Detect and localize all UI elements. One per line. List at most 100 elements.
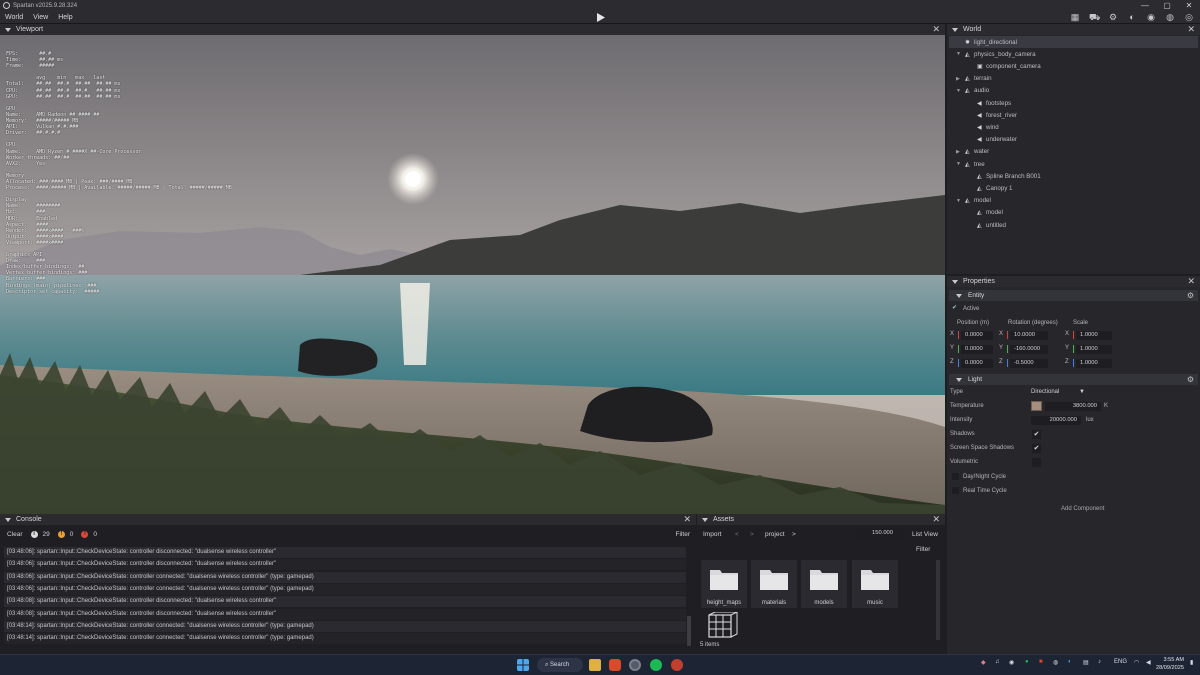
collapse-icon[interactable] <box>702 517 708 522</box>
tray-icon[interactable]: ◆ <box>981 659 986 666</box>
assets-filter[interactable]: Filter <box>916 546 930 553</box>
collapse-icon[interactable] <box>5 517 11 522</box>
warning-filter[interactable]: ! 0 <box>57 530 73 538</box>
import-button[interactable]: Import <box>703 531 721 538</box>
chevron-down-icon[interactable]: ▼ <box>956 88 965 94</box>
tray-icon[interactable]: ♫ <box>995 659 1000 665</box>
log-line[interactable]: [03:48:14]: spartan::Input::CheckDeviceS… <box>4 620 686 632</box>
app-icon[interactable] <box>671 659 683 671</box>
list-view-button[interactable]: List View <box>912 531 938 538</box>
log-line[interactable]: [03:48:06]: spartan::Input::CheckDeviceS… <box>4 583 686 595</box>
log-line[interactable]: [03:48:14]: spartan::Input::CheckDeviceS… <box>4 633 686 645</box>
circle-icon[interactable]: ◐ <box>1127 12 1137 22</box>
tree-item[interactable]: ▶ ◭ water <box>949 146 1198 158</box>
chevron-right-icon[interactable]: ▶ <box>956 76 965 82</box>
position-x-field[interactable]: 0.0000 <box>961 331 993 340</box>
file-asset[interactable] <box>705 611 739 638</box>
play-icon[interactable] <box>597 13 605 22</box>
clear-button[interactable]: Clear <box>7 531 23 538</box>
active-check-icon[interactable]: ✔ <box>952 304 957 311</box>
close-icon[interactable]: ✕ <box>1187 24 1195 35</box>
day-night-checkbox[interactable] <box>952 473 959 480</box>
rotation-z-field[interactable]: -0.5000 <box>1010 359 1048 368</box>
light-type-dropdown[interactable]: Directional ▼ <box>1031 388 1087 397</box>
network-icon[interactable]: ▤ <box>1083 659 1089 666</box>
menu-world[interactable]: World <box>0 14 28 21</box>
close-icon[interactable]: ✕ <box>932 514 940 525</box>
folder-models[interactable]: models <box>801 560 847 608</box>
tree-item[interactable]: ◀ forest_river <box>949 109 1198 121</box>
tree-item[interactable]: ◀ footsteps <box>949 97 1198 109</box>
maximize-button[interactable]: ▢ <box>1156 0 1178 11</box>
spotify-icon[interactable] <box>650 659 662 671</box>
tree-item[interactable]: ◭ Spline Branch B001 <box>949 170 1198 182</box>
scale-x-field[interactable]: 1.0000 <box>1076 331 1112 340</box>
log-line[interactable]: [03:48:06]: spartan::Input::CheckDeviceS… <box>4 547 686 558</box>
close-icon[interactable]: ✕ <box>932 24 940 35</box>
chevron-right-icon[interactable]: ▶ <box>956 149 965 155</box>
windows-start-icon[interactable] <box>517 659 529 671</box>
file-explorer-icon[interactable] <box>589 659 601 671</box>
chevron-down-icon[interactable]: ▼ <box>956 51 965 57</box>
gear-icon[interactable]: ⚙ <box>1187 291 1194 300</box>
folder-height-maps[interactable]: height_maps <box>701 560 747 608</box>
clock[interactable]: 3:55 AM 28/09/2025 <box>1156 657 1184 672</box>
folder-materials[interactable]: materials <box>751 560 797 608</box>
camera-icon[interactable]: ◉ <box>1146 12 1156 22</box>
screen-space-shadows-checkbox[interactable]: ✔ <box>1032 444 1041 453</box>
scale-z-field[interactable]: 1.0000 <box>1076 359 1112 368</box>
menu-help[interactable]: Help <box>53 14 77 21</box>
close-window-button[interactable]: ✕ <box>1178 0 1200 11</box>
menu-view[interactable]: View <box>28 14 53 21</box>
taskbar-search[interactable]: ⌕ Search <box>537 658 583 672</box>
console-scrollbar[interactable] <box>687 616 691 646</box>
gear-icon[interactable]: ⚙ <box>1187 375 1194 384</box>
notification-icon[interactable]: ▮ <box>1190 659 1193 666</box>
gear-icon[interactable]: ⚙ <box>1108 12 1118 22</box>
tray-icon[interactable]: ◐ <box>1068 659 1072 665</box>
real-time-checkbox[interactable] <box>952 487 959 494</box>
path-project[interactable]: project <box>765 531 785 538</box>
folder-music[interactable]: music <box>852 560 898 608</box>
temperature-color-swatch[interactable] <box>1031 401 1042 411</box>
assets-scrollbar[interactable] <box>936 560 940 640</box>
tree-item[interactable]: ▼ ◭ tree <box>949 158 1198 170</box>
tree-item[interactable]: ✹ light_directional <box>949 36 1198 48</box>
log-line[interactable]: [03:48:06]: spartan::Input::CheckDeviceS… <box>4 559 686 571</box>
zoom-field[interactable]: 150.000 <box>855 529 905 538</box>
log-line[interactable]: [03:48:06]: spartan::Input::CheckDeviceS… <box>4 571 686 583</box>
tree-item[interactable]: ◭ Canopy 1 <box>949 182 1198 194</box>
close-icon[interactable]: ✕ <box>1187 276 1195 287</box>
error-filter[interactable]: ! 0 <box>81 530 97 538</box>
log-line[interactable]: [03:48:08]: spartan::Input::CheckDeviceS… <box>4 596 686 608</box>
tray-icon[interactable]: ● <box>1025 659 1029 665</box>
sphere-icon[interactable]: ◍ <box>1165 12 1175 22</box>
tree-item[interactable]: ◀ wind <box>949 121 1198 133</box>
tree-item[interactable]: ▶ ◭ terrain <box>949 73 1198 85</box>
tree-item[interactable]: ◀ underwater <box>949 134 1198 146</box>
rotation-y-field[interactable]: -160.0000 <box>1010 345 1048 354</box>
rotation-x-field[interactable]: 10.0000 <box>1010 331 1048 340</box>
forward-button[interactable]: > <box>750 531 754 538</box>
position-z-field[interactable]: 0.0000 <box>961 359 993 368</box>
tree-item[interactable]: ▼ ◭ audio <box>949 85 1198 97</box>
tray-icon[interactable]: ■ <box>1039 659 1043 665</box>
collapse-icon[interactable] <box>952 27 958 32</box>
tree-item[interactable]: ▣ component_camera <box>949 60 1198 72</box>
grid-icon[interactable]: ▦ <box>1070 12 1080 22</box>
minimize-button[interactable]: — <box>1134 0 1156 11</box>
console-filter[interactable]: Filter <box>676 531 690 538</box>
chevron-down-icon[interactable]: ▼ <box>956 198 965 204</box>
wifi-icon[interactable]: ◠ <box>1134 659 1139 666</box>
temperature-field[interactable]: 3800.000 <box>1045 402 1101 411</box>
tree-item[interactable]: ▼ ◭ physics_body_camera <box>949 48 1198 60</box>
spartan-app-icon[interactable] <box>629 659 641 671</box>
scale-y-field[interactable]: 1.0000 <box>1076 345 1112 354</box>
globe-icon[interactable]: ◎ <box>1184 12 1194 22</box>
tree-item[interactable]: ▼ ◭ model <box>949 195 1198 207</box>
tree-item[interactable]: ◭ untitled <box>949 219 1198 231</box>
info-filter[interactable]: i 29 <box>30 530 50 538</box>
volume-icon[interactable]: ◀ <box>1146 659 1151 666</box>
log-line[interactable]: [03:48:08]: spartan::Input::CheckDeviceS… <box>4 608 686 620</box>
shadows-checkbox[interactable]: ✔ <box>1032 430 1041 439</box>
